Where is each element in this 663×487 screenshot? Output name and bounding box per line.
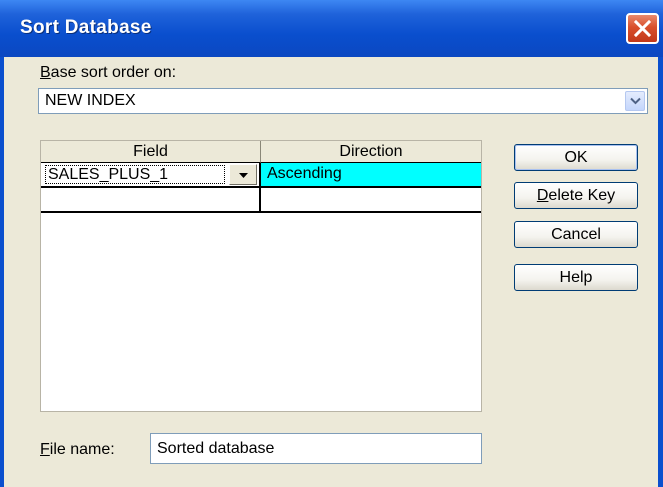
chevron-down-icon bbox=[630, 97, 641, 105]
delete-key-button[interactable]: Delete Key bbox=[514, 182, 638, 209]
column-header-direction: Direction bbox=[261, 141, 481, 163]
base-sort-order-label-text: ase sort order on: bbox=[50, 64, 177, 81]
sort-keys-grid[interactable]: Field Direction SALES_PLUS_1 Ascending bbox=[40, 140, 482, 412]
close-icon bbox=[634, 20, 651, 37]
file-name-label-text: ile name: bbox=[49, 441, 115, 458]
base-sort-order-label-accesskey: B bbox=[40, 64, 51, 81]
ok-button[interactable]: OK bbox=[514, 144, 638, 171]
table-row-1-field-cell[interactable]: SALES_PLUS_1 bbox=[41, 163, 261, 188]
window-frame-left bbox=[0, 57, 4, 487]
table-row-2-field-cell[interactable] bbox=[41, 188, 261, 213]
base-sort-order-label: Base sort order on: bbox=[40, 64, 176, 82]
table-row-1-direction-cell[interactable]: Ascending bbox=[261, 163, 481, 188]
base-sort-order-select[interactable]: NEW INDEX bbox=[38, 88, 648, 114]
delete-key-label: elete Key bbox=[548, 187, 616, 204]
file-name-label-accesskey: F bbox=[40, 441, 50, 458]
table-row-2-direction-cell[interactable] bbox=[261, 188, 481, 213]
title-bar[interactable]: Sort Database bbox=[0, 0, 663, 57]
window-title: Sort Database bbox=[20, 17, 152, 38]
base-sort-order-value: NEW INDEX bbox=[45, 92, 136, 109]
field-dropdown-button[interactable] bbox=[229, 164, 257, 185]
help-button[interactable]: Help bbox=[514, 264, 638, 291]
window-frame-right bbox=[658, 57, 663, 487]
cancel-button[interactable]: Cancel bbox=[514, 221, 638, 248]
column-header-field: Field bbox=[41, 141, 261, 163]
delete-key-accesskey: D bbox=[536, 187, 549, 204]
base-sort-order-dropdown-button[interactable] bbox=[625, 91, 645, 111]
close-button[interactable] bbox=[626, 13, 659, 44]
field-select-value[interactable]: SALES_PLUS_1 bbox=[45, 165, 225, 184]
file-name-input[interactable]: Sorted database bbox=[150, 433, 482, 464]
triangle-down-icon bbox=[239, 173, 248, 178]
file-name-label: File name: bbox=[40, 441, 115, 459]
